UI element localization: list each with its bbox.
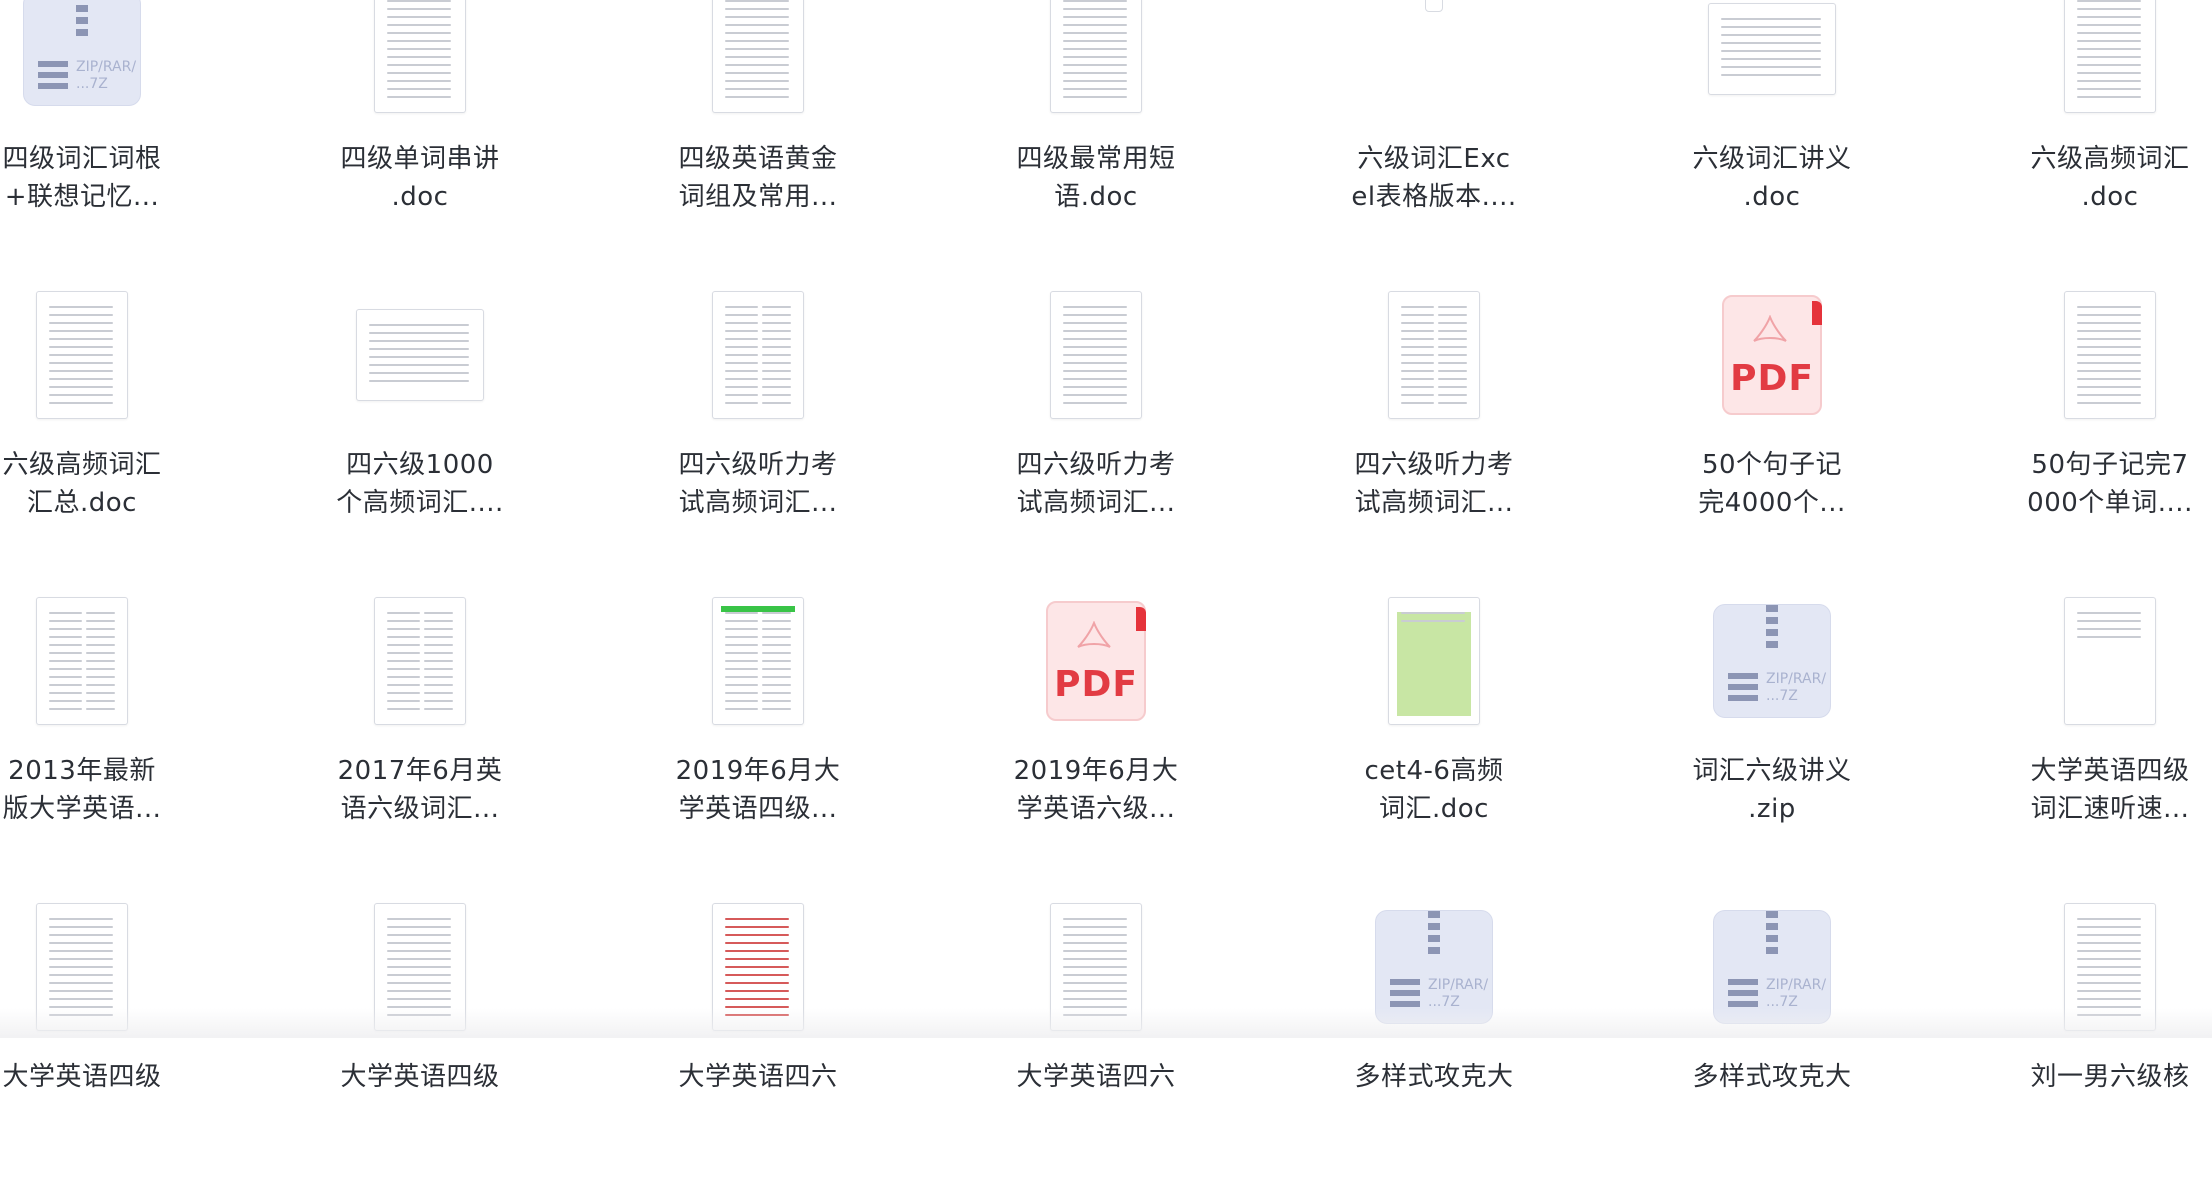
file-grid: ZIP/RAR/ ...7Z 四级词汇词根 +联想记忆... 四级单词串讲 .doc… xyxy=(0,0,2212,1092)
document-thumbnail-icon xyxy=(1941,276,2212,434)
file-name-label: 大学英语四级 xyxy=(2,1062,162,1092)
file-name-label: 六级词汇Exc el表格版本.... xyxy=(1351,144,1517,212)
file-item[interactable]: 大学英语四六 xyxy=(589,878,927,1184)
file-item[interactable]: PDF 2019年6月大 学英语六级... xyxy=(927,572,1265,878)
file-name-label: 2019年6月大 学英语四级... xyxy=(675,756,841,824)
file-item[interactable]: 2017年6月英 语六级词汇... xyxy=(251,572,589,878)
file-name-label: 四级英语黄金 词组及常用... xyxy=(678,144,838,212)
document-thumbnail-icon xyxy=(0,888,251,1046)
file-name-label: 50个句子记 完4000个... xyxy=(1698,450,1846,518)
file-name-label: 四级单词串讲 .doc xyxy=(340,144,500,212)
file-item[interactable]: 六级词汇讲义 .doc xyxy=(1603,0,1941,266)
file-name-label: 多样式攻克大 xyxy=(1692,1062,1852,1092)
spreadsheet-file-icon xyxy=(1265,0,1603,128)
file-name-label: 大学英语四六 xyxy=(1016,1062,1176,1092)
zip-icon-text: ZIP/RAR/ ...7Z xyxy=(1766,671,1827,704)
zip-file-icon: ZIP/RAR/ ...7Z xyxy=(1265,888,1603,1046)
file-name-label: 刘一男六级核 xyxy=(2030,1062,2190,1092)
document-thumbnail-icon xyxy=(0,582,251,740)
document-thumbnail-icon xyxy=(1941,888,2212,1046)
document-thumbnail-icon xyxy=(927,276,1265,434)
file-item[interactable]: 四六级听力考 试高频词汇... xyxy=(927,266,1265,572)
document-thumbnail-icon xyxy=(589,582,927,740)
document-thumbnail-icon xyxy=(1603,0,1941,128)
file-name-label: 2017年6月英 语六级词汇... xyxy=(337,756,503,824)
file-item[interactable]: 六级词汇Exc el表格版本.... xyxy=(1265,0,1603,266)
file-name-label: 大学英语四六 xyxy=(678,1062,838,1092)
file-name-label: 四六级听力考 试高频词汇... xyxy=(1016,450,1176,518)
document-thumbnail-icon xyxy=(927,0,1265,128)
document-thumbnail-icon xyxy=(1265,582,1603,740)
file-item[interactable]: cet4-6高频 词汇.doc xyxy=(1265,572,1603,878)
document-thumbnail-icon xyxy=(589,0,927,128)
document-thumbnail-icon xyxy=(589,888,927,1046)
file-name-label: 六级高频词汇 汇总.doc xyxy=(2,450,162,518)
document-thumbnail-icon xyxy=(1941,582,2212,740)
file-item[interactable]: 大学英语四六 xyxy=(927,878,1265,1184)
file-item[interactable]: ZIP/RAR/ ...7Z 多样式攻克大 xyxy=(1603,878,1941,1184)
file-name-label: 四六级1000 个高频词汇.... xyxy=(336,450,504,518)
file-name-label: 2013年最新 版大学英语... xyxy=(2,756,162,824)
file-item[interactable]: 六级高频词汇 .doc xyxy=(1941,0,2212,266)
file-item[interactable]: 2013年最新 版大学英语... xyxy=(0,572,251,878)
file-item[interactable]: 大学英语四级 xyxy=(251,878,589,1184)
file-name-label: 大学英语四级 xyxy=(340,1062,500,1092)
pdf-file-icon: PDF xyxy=(1603,276,1941,434)
file-item[interactable]: PDF 50个句子记 完4000个... xyxy=(1603,266,1941,572)
document-thumbnail-icon xyxy=(251,276,589,434)
file-name-label: 四六级听力考 试高频词汇... xyxy=(678,450,838,518)
file-name-label: 多样式攻克大 xyxy=(1354,1062,1514,1092)
document-thumbnail-icon xyxy=(1941,0,2212,128)
file-item[interactable]: 四六级听力考 试高频词汇... xyxy=(589,266,927,572)
zip-icon-text: ZIP/RAR/ ...7Z xyxy=(1766,977,1827,1010)
zip-file-icon: ZIP/RAR/ ...7Z xyxy=(0,0,251,128)
file-item[interactable]: 大学英语四级 词汇速听速... xyxy=(1941,572,2212,878)
pdf-file-icon: PDF xyxy=(927,582,1265,740)
zip-icon-text: ZIP/RAR/ ...7Z xyxy=(76,59,137,92)
file-item[interactable]: 六级高频词汇 汇总.doc xyxy=(0,266,251,572)
file-item[interactable]: 四级英语黄金 词组及常用... xyxy=(589,0,927,266)
file-item[interactable]: ZIP/RAR/ ...7Z 多样式攻克大 xyxy=(1265,878,1603,1184)
document-thumbnail-icon xyxy=(927,888,1265,1046)
file-item[interactable]: 四级单词串讲 .doc xyxy=(251,0,589,266)
file-item[interactable]: ZIP/RAR/ ...7Z 词汇六级讲义 .zip xyxy=(1603,572,1941,878)
document-thumbnail-icon xyxy=(589,276,927,434)
document-thumbnail-icon xyxy=(251,888,589,1046)
file-name-label: 四级最常用短 语.doc xyxy=(1016,144,1176,212)
file-name-label: 六级高频词汇 .doc xyxy=(2030,144,2190,212)
file-item[interactable]: 2019年6月大 学英语四级... xyxy=(589,572,927,878)
file-name-label: 六级词汇讲义 .doc xyxy=(1692,144,1852,212)
file-item[interactable]: 四六级1000 个高频词汇.... xyxy=(251,266,589,572)
file-name-label: 四六级听力考 试高频词汇... xyxy=(1354,450,1514,518)
file-item[interactable]: ZIP/RAR/ ...7Z 四级词汇词根 +联想记忆... xyxy=(0,0,251,266)
file-item[interactable]: 刘一男六级核 xyxy=(1941,878,2212,1184)
file-item[interactable]: 大学英语四级 xyxy=(0,878,251,1184)
zip-icon-text: ZIP/RAR/ ...7Z xyxy=(1428,977,1489,1010)
file-name-label: 词汇六级讲义 .zip xyxy=(1692,756,1852,824)
file-name-label: 2019年6月大 学英语六级... xyxy=(1013,756,1179,824)
document-thumbnail-icon xyxy=(0,276,251,434)
pdf-icon-text: PDF xyxy=(1730,358,1814,399)
file-item[interactable]: 50句子记完7 000个单词.... xyxy=(1941,266,2212,572)
document-thumbnail-icon xyxy=(251,0,589,128)
zip-file-icon: ZIP/RAR/ ...7Z xyxy=(1603,888,1941,1046)
document-thumbnail-icon xyxy=(251,582,589,740)
file-name-label: cet4-6高频 词汇.doc xyxy=(1364,756,1504,824)
file-item[interactable]: 四六级听力考 试高频词汇... xyxy=(1265,266,1603,572)
file-item[interactable]: 四级最常用短 语.doc xyxy=(927,0,1265,266)
file-name-label: 50句子记完7 000个单词.... xyxy=(2027,450,2193,518)
file-name-label: 大学英语四级 词汇速听速... xyxy=(2030,756,2190,824)
file-name-label: 四级词汇词根 +联想记忆... xyxy=(2,144,162,212)
zip-file-icon: ZIP/RAR/ ...7Z xyxy=(1603,582,1941,740)
pdf-icon-text: PDF xyxy=(1054,664,1138,705)
document-thumbnail-icon xyxy=(1265,276,1603,434)
